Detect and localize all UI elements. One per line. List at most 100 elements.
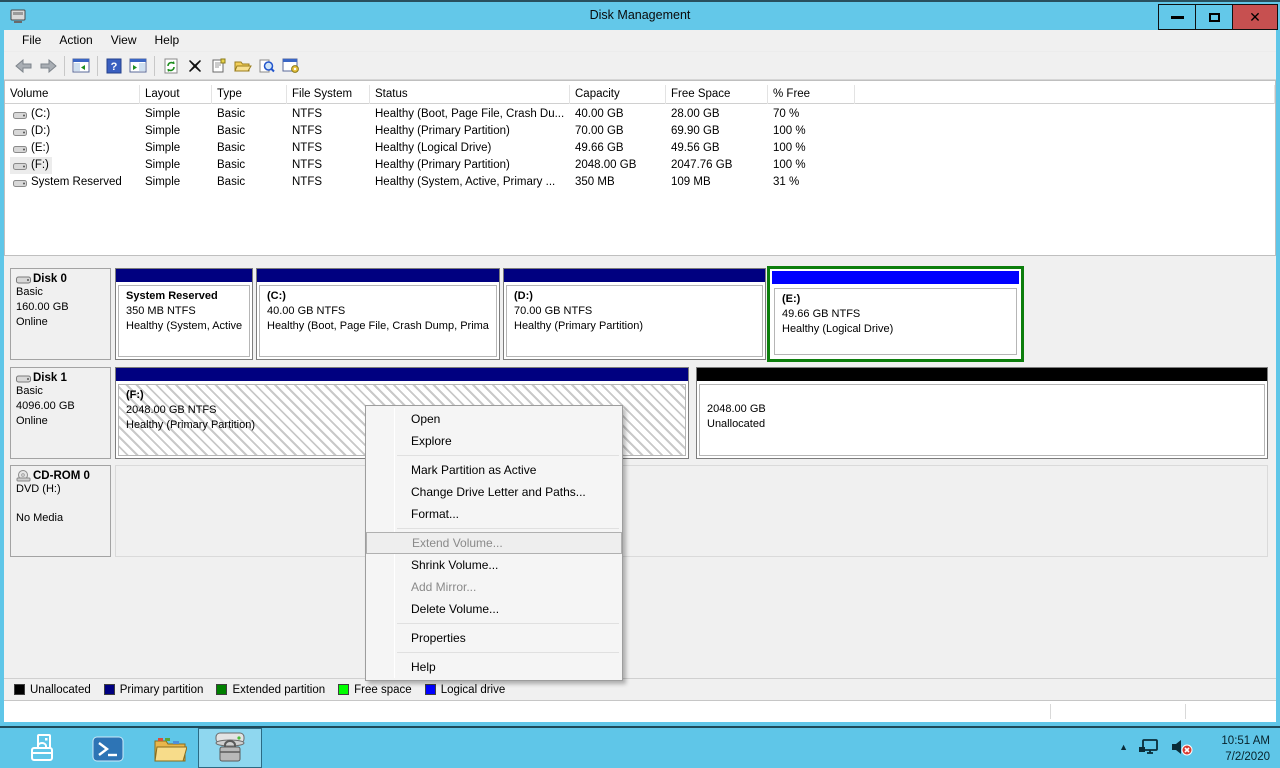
volume-list-pane: Volume Layout Type File System Status Ca… [4, 80, 1276, 256]
status-bar [4, 700, 1276, 722]
column-header-volume[interactable]: Volume [5, 85, 140, 104]
column-header-blank [855, 85, 1275, 104]
menu-help[interactable]: Help [146, 30, 189, 51]
cd-rom-icon [16, 470, 31, 482]
show-console-tree-icon [72, 58, 90, 73]
partition-c[interactable]: (C:) 40.00 GB NTFS Healthy (Boot, Page F… [256, 268, 500, 360]
volume-name: (E:) [31, 140, 50, 157]
delete-button[interactable] [183, 54, 207, 78]
cdrom0-label[interactable]: CD-ROM 0 DVD (H:) No Media [10, 465, 111, 557]
disk-size: 4096.00 GB [16, 399, 105, 414]
partition-d[interactable]: (D:) 70.00 GB NTFS Healthy (Primary Part… [503, 268, 766, 360]
partition-title: (F:) [126, 388, 678, 403]
volume-name: (D:) [31, 123, 50, 140]
taskbar-clock[interactable]: 10:51 AM 7/2/2020 [1221, 733, 1270, 765]
column-header-file-system[interactable]: File System [287, 85, 370, 104]
menu-view[interactable]: View [102, 30, 146, 51]
volume-row-system-reserved[interactable]: System Reserved Simple Basic NTFS Health… [5, 174, 1275, 191]
volume-row-c[interactable]: (C:) Simple Basic NTFS Healthy (Boot, Pa… [5, 106, 1275, 123]
partition-status: Healthy (Primary Partition) [514, 319, 755, 334]
menu-separator [397, 623, 619, 624]
extended-partition-swatch [216, 684, 227, 695]
disk1-label[interactable]: Disk 1 Basic 4096.00 GB Online [10, 367, 111, 459]
menu-item-help[interactable]: Help [366, 656, 622, 678]
volume-row-f[interactable]: (F:) Simple Basic NTFS Healthy (Primary … [5, 157, 1275, 174]
column-header-capacity[interactable]: Capacity [570, 85, 666, 104]
disk-icon [16, 373, 31, 384]
primary-partition-band [116, 269, 252, 282]
help-button[interactable]: ? [102, 54, 126, 78]
network-icon[interactable] [1138, 738, 1160, 756]
show-action-pane-button[interactable] [126, 54, 150, 78]
disk-management-button[interactable] [198, 728, 262, 768]
menu-item-shrink-volume[interactable]: Shrink Volume... [366, 554, 622, 576]
disk0-label[interactable]: Disk 0 Basic 160.00 GB Online [10, 268, 111, 360]
menu-item-change-drive-letter[interactable]: Change Drive Letter and Paths... [366, 481, 622, 503]
logical-drive-swatch [425, 684, 436, 695]
column-header-type[interactable]: Type [212, 85, 287, 104]
open-button[interactable] [231, 54, 255, 78]
clock-date: 7/2/2020 [1221, 749, 1270, 765]
legend-primary-partition: Primary partition [104, 684, 204, 696]
powershell-button[interactable] [88, 733, 128, 765]
menu-item-delete-volume[interactable]: Delete Volume... [366, 598, 622, 620]
disk-kind: Basic [16, 285, 105, 300]
disk-state: Online [16, 414, 105, 429]
system-tray: ▲ [1119, 738, 1194, 756]
menu-separator [397, 528, 619, 529]
partition-title: (D:) [514, 289, 755, 304]
volume-name: (C:) [31, 106, 50, 123]
properties-button[interactable] [207, 54, 231, 78]
partition-e-extended[interactable]: (E:) 49.66 GB NTFS Healthy (Logical Driv… [767, 266, 1024, 362]
column-header-free-space[interactable]: Free Space [666, 85, 768, 104]
volume-row-e[interactable]: (E:) Simple Basic NTFS Healthy (Logical … [5, 140, 1275, 157]
partition-status: Unallocated [707, 417, 1257, 432]
disk-size: 160.00 GB [16, 300, 105, 315]
menu-file[interactable]: File [13, 30, 50, 51]
partition-system-reserved[interactable]: System Reserved 350 MB NTFS Healthy (Sys… [115, 268, 253, 360]
column-header-status[interactable]: Status [370, 85, 570, 104]
primary-partition-band [257, 269, 499, 282]
open-icon [234, 59, 252, 73]
volume-muted-icon[interactable] [1170, 738, 1194, 756]
show-hidden-icons-button[interactable]: ▲ [1119, 742, 1128, 752]
back-button [12, 54, 36, 78]
menu-item-format[interactable]: Format... [366, 503, 622, 525]
server-manager-button[interactable] [24, 733, 64, 765]
menu-separator [397, 652, 619, 653]
volume-row-d[interactable]: (D:) Simple Basic NTFS Healthy (Primary … [5, 123, 1275, 140]
minimize-button[interactable] [1158, 4, 1196, 30]
maximize-button[interactable] [1195, 4, 1233, 30]
legend-extended-partition: Extended partition [216, 684, 325, 696]
maximize-icon [1209, 13, 1220, 22]
taskbar: ▲ 10:51 AM 7/2/2020 [0, 726, 1280, 768]
title-bar: Disk Management ✕ [0, 0, 1280, 30]
find-button[interactable] [255, 54, 279, 78]
legend-unallocated: Unallocated [14, 684, 91, 696]
menu-item-properties[interactable]: Properties [366, 627, 622, 649]
disk-state: No Media [16, 511, 105, 526]
partition-unallocated[interactable]: 2048.00 GB Unallocated [696, 367, 1268, 459]
unallocated-band [697, 368, 1267, 381]
refresh-button[interactable] [159, 54, 183, 78]
close-button[interactable]: ✕ [1232, 4, 1278, 30]
svg-text:?: ? [111, 61, 118, 73]
menu-item-mark-partition-active[interactable]: Mark Partition as Active [366, 459, 622, 481]
partition-size: 49.66 GB NTFS [782, 307, 1009, 322]
file-explorer-button[interactable] [150, 733, 190, 765]
menu-item-explore[interactable]: Explore [366, 430, 622, 452]
legend-logical-drive: Logical drive [425, 684, 506, 696]
toolbar-separator [97, 56, 98, 76]
show-console-tree-button[interactable] [69, 54, 93, 78]
menu-item-open[interactable]: Open [366, 408, 622, 430]
rescan-disks-button[interactable] [279, 54, 303, 78]
drive-icon [13, 178, 27, 188]
partition-size: 2048.00 GB [707, 402, 1257, 417]
rescan-disks-icon [282, 58, 300, 74]
column-header-layout[interactable]: Layout [140, 85, 212, 104]
column-header-pct-free[interactable]: % Free [768, 85, 855, 104]
menu-action[interactable]: Action [50, 30, 101, 51]
partition-size: 70.00 GB NTFS [514, 304, 755, 319]
show-action-pane-icon [129, 58, 147, 73]
toolbar-separator [154, 56, 155, 76]
